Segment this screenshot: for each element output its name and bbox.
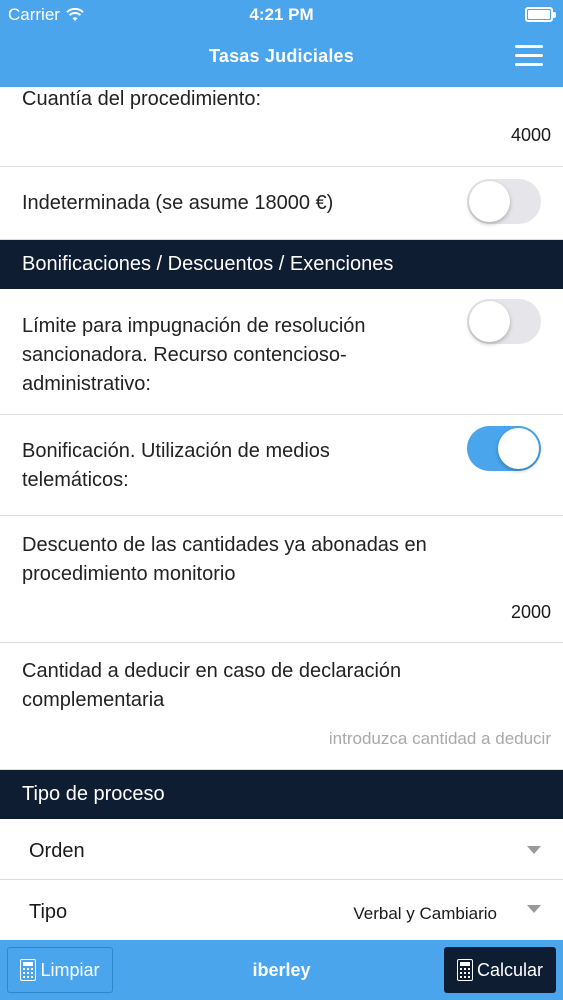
tipo-select[interactable]: Tipo Verbal y Cambiario — [0, 880, 563, 940]
limite-label-line2: sancionadora. Recurso contencioso- — [22, 344, 347, 366]
limite-label-line1: Límite para impugnación de resolución — [22, 315, 366, 337]
limite-toggle[interactable] — [467, 299, 541, 344]
deducir-label-line2: complementaria — [22, 689, 165, 711]
calculator-icon — [456, 959, 473, 981]
bonificacion-toggle[interactable] — [467, 426, 541, 471]
descuento-input[interactable]: 2000 — [511, 602, 551, 623]
indeterminada-row: Indeterminada (se asume 18000 €) — [0, 167, 563, 240]
deducir-input[interactable]: introduzca cantidad a deducir — [329, 729, 551, 749]
section-header-bonificaciones: Bonificaciones / Descuentos / Exenciones — [0, 240, 563, 289]
clear-button-label: Limpiar — [40, 959, 100, 980]
calculate-button[interactable]: Calcular — [444, 947, 556, 993]
chevron-down-icon — [527, 905, 541, 913]
bonificacion-label-line1: Bonificación. Utilización de medios — [22, 440, 330, 462]
bottom-toolbar: Limpiar iberley Calcular — [0, 940, 563, 1000]
cuantia-input[interactable]: 4000 — [511, 125, 551, 146]
page-title: Tasas Judiciales — [209, 46, 354, 66]
status-bar: Carrier 4:21 PM — [0, 0, 563, 30]
deducir-label-line1: Cantidad a deducir en caso de declaració… — [22, 660, 402, 682]
orden-select[interactable]: Orden — [0, 819, 563, 880]
limite-label-line3: administrativo: — [22, 373, 151, 395]
limite-row: Límite para impugnación de resolución sa… — [0, 289, 563, 415]
tipo-label: Tipo — [29, 901, 68, 923]
orden-label: Orden — [29, 840, 85, 862]
form-scroll-area[interactable]: Cuantía del procedimiento: 4000 Indeterm… — [0, 87, 563, 940]
chevron-down-icon — [527, 846, 541, 854]
indeterminada-toggle[interactable] — [467, 179, 541, 224]
battery-fill — [528, 10, 550, 19]
bonificacion-row: Bonificación. Utilización de medios tele… — [0, 415, 563, 516]
calculator-icon — [20, 959, 37, 981]
cuantia-row[interactable]: Cuantía del procedimiento: 4000 — [0, 87, 563, 167]
descuento-row[interactable]: Descuento de las cantidades ya abonadas … — [0, 516, 563, 643]
cuantia-label: Cuantía del procedimiento: — [22, 88, 262, 110]
descuento-label-line1: Descuento de las cantidades ya abonadas … — [22, 534, 427, 556]
tipo-value: Verbal y Cambiario — [353, 904, 497, 923]
section-header-tipo-proceso: Tipo de proceso — [0, 770, 563, 819]
indeterminada-label: Indeterminada (se asume 18000 €) — [22, 192, 334, 214]
hamburger-menu-icon[interactable] — [515, 45, 543, 67]
status-time: 4:21 PM — [249, 5, 314, 24]
calculate-button-label: Calcular — [476, 959, 544, 980]
top-bar: Carrier 4:21 PM Tasas Judiciales — [0, 0, 563, 87]
clear-button[interactable]: Limpiar — [7, 947, 113, 993]
bonificacion-label-line2: telemáticos: — [22, 469, 129, 491]
descuento-label-line2: procedimiento monitorio — [22, 563, 236, 585]
deducir-row[interactable]: Cantidad a deducir en caso de declaració… — [0, 643, 563, 770]
battery-icon — [525, 7, 556, 22]
